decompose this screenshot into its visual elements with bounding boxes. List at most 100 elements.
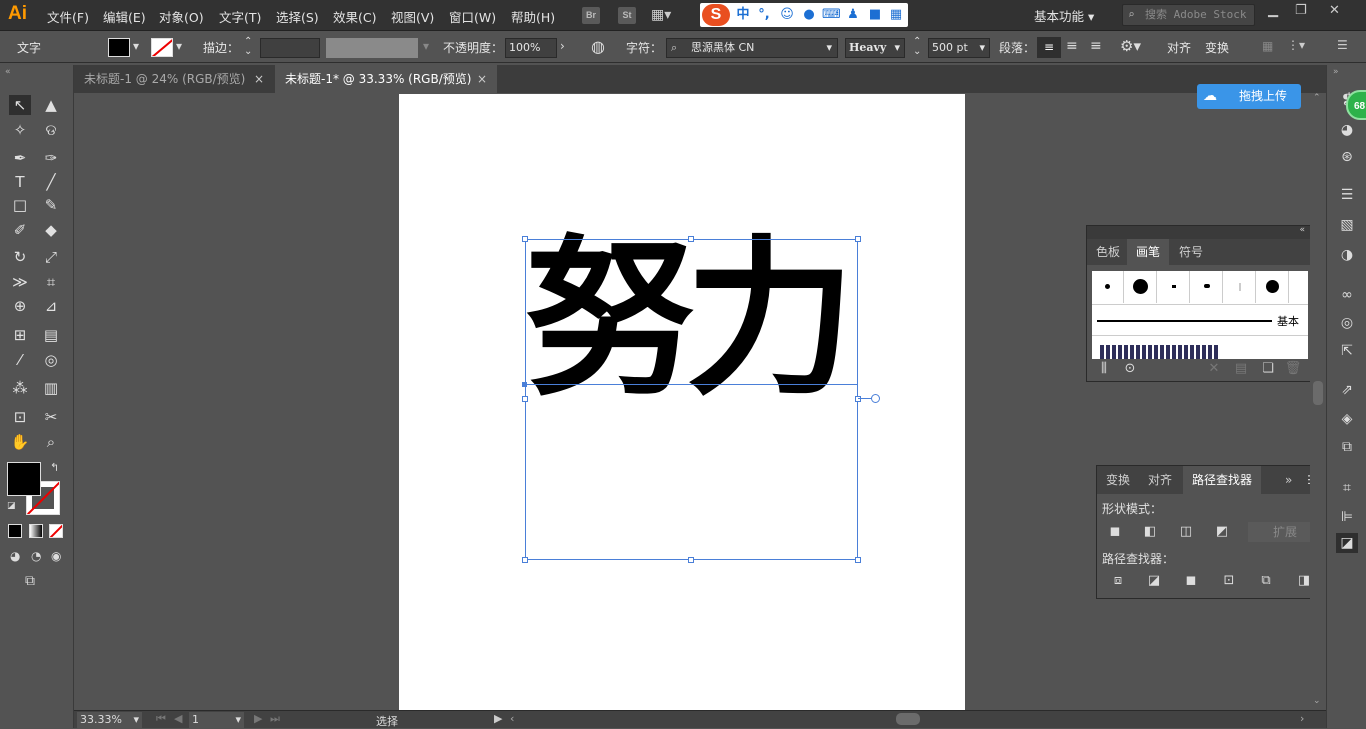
width-tool-icon[interactable]: ≫ (9, 272, 31, 292)
transform-link[interactable]: 变换 (1205, 39, 1229, 56)
color-guide-icon[interactable]: ◕ (1336, 120, 1358, 140)
paintbrush-tool-icon[interactable]: ✎ (40, 195, 62, 215)
shape-builder-tool-icon[interactable]: ⊕ (9, 296, 31, 316)
basic-brush-row[interactable]: 基本 (1092, 304, 1308, 336)
text-out-port[interactable] (871, 394, 880, 403)
workspace-switcher[interactable]: 基本功能 ▾ (1034, 6, 1094, 25)
appearance-icon[interactable]: ⊛ (1336, 147, 1358, 167)
collapse-dock-icon[interactable]: » (1333, 67, 1339, 77)
shirt-icon[interactable]: ■ (866, 6, 884, 24)
draw-normal-icon[interactable]: ◕ (10, 549, 20, 563)
slice-tool-icon[interactable]: ✂ (40, 407, 62, 427)
menu-effect[interactable]: 效果(C) (333, 7, 376, 26)
type-tool-icon[interactable]: T (9, 172, 31, 192)
mesh-tool-icon[interactable]: ⊞ (9, 325, 31, 345)
gradient-tool-icon[interactable]: ▤ (40, 325, 62, 345)
align-link[interactable]: 对齐 (1167, 39, 1191, 56)
shaper-tool-icon[interactable]: ✐ (9, 220, 31, 240)
stroke-swatch[interactable] (151, 38, 173, 57)
asset-export-icon[interactable]: ⇱ (1336, 341, 1358, 361)
font-style-field[interactable]: Heavy ▾ (845, 38, 905, 58)
user-icon[interactable]: ♟ (844, 6, 862, 24)
glyph-options-icon[interactable]: ⚙▾ (1120, 37, 1141, 55)
rectangle-tool-icon[interactable]: □ (9, 195, 31, 215)
ime-punct[interactable]: °, (755, 6, 773, 24)
menu-file[interactable]: 文件(F) (47, 7, 89, 26)
brush-options-icon[interactable]: ▤ (1232, 360, 1250, 378)
stock-search-field[interactable]: ⌕ 搜索 Adobe Stock (1122, 4, 1255, 26)
bridge-button[interactable]: Br (582, 7, 600, 24)
font-family-dropdown-icon[interactable]: ▾ (826, 39, 832, 57)
keyboard-icon[interactable]: ⌨ (822, 6, 841, 24)
artboards-icon[interactable]: ⧉ (1336, 437, 1358, 457)
horizontal-scroll-thumb[interactable] (896, 713, 920, 725)
minus-front-icon[interactable]: ◧ (1141, 523, 1159, 541)
delete-brush-icon[interactable]: 🗑 (1284, 360, 1302, 378)
intersect-icon[interactable]: ◫ (1177, 523, 1195, 541)
size-stepper-icon[interactable]: ⌃ ⌄ (913, 37, 921, 57)
free-transform-tool-icon[interactable]: ⌗ (40, 272, 62, 292)
first-artboard-icon[interactable]: ⏮ (156, 712, 166, 726)
tab-symbols[interactable]: 符号 (1170, 239, 1212, 265)
tab-brushes[interactable]: 画笔 (1127, 239, 1170, 265)
resize-handle[interactable] (855, 396, 861, 402)
fill-color-swatch-front[interactable] (7, 462, 41, 496)
line-tool-icon[interactable]: ╱ (40, 172, 62, 192)
arrange-docs-icon[interactable]: ▦▾ (651, 7, 671, 23)
merge-icon[interactable]: ◼ (1182, 572, 1200, 590)
align-left-icon[interactable]: ≡ (1037, 37, 1061, 58)
next-artboard-icon[interactable]: ▶ (254, 712, 262, 725)
align-center-icon[interactable]: ≡ (1066, 38, 1078, 54)
tab-align[interactable]: 对齐 (1139, 466, 1181, 494)
curvature-tool-icon[interactable]: ✑ (40, 148, 62, 168)
tab-transform[interactable]: 变换 (1097, 466, 1139, 494)
font-family-field[interactable]: ⌕ 思源黑体 CN ▾ (666, 38, 838, 58)
gradient-mode-icon[interactable] (29, 524, 43, 538)
menu-view[interactable]: 视图(V) (391, 7, 434, 26)
eyedropper-tool-icon[interactable]: ⁄ (9, 350, 31, 370)
new-brush-icon[interactable]: ❏ (1259, 360, 1277, 378)
close-icon[interactable]: ✕ (1329, 3, 1340, 18)
vertical-scroll-thumb[interactable] (1313, 381, 1323, 405)
zoom-dropdown-icon[interactable]: ▾ (133, 712, 139, 728)
artboard-dropdown-icon[interactable]: ▾ (235, 712, 241, 728)
font-size-dropdown-icon[interactable]: ▾ (979, 39, 985, 57)
export-icon[interactable]: ⇗ (1336, 380, 1358, 400)
pathfinder-panel-icon[interactable]: ◪ (1336, 533, 1358, 553)
layers-icon[interactable]: ◈ (1336, 409, 1358, 429)
panel-titlebar[interactable]: « ✕ (1087, 224, 1325, 239)
stroke-stepper-icon[interactable]: ⌃ ⌄ (244, 37, 252, 57)
more-panels-icon[interactable]: » (1285, 473, 1292, 487)
menu-object[interactable]: 对象(O) (159, 7, 204, 26)
graphic-styles-icon[interactable]: ◎ (1336, 313, 1358, 333)
stroke-panel-icon[interactable]: ☰ (1336, 185, 1358, 205)
last-artboard-icon[interactable]: ⏭ (270, 712, 280, 726)
ime-logo-icon[interactable]: S (702, 4, 730, 26)
brush-swatch[interactable] (1191, 271, 1223, 303)
transparency-icon[interactable]: ◑ (1336, 245, 1358, 265)
resize-handle[interactable] (688, 236, 694, 242)
scroll-up-icon[interactable]: ⌃ (1313, 93, 1321, 103)
draw-behind-icon[interactable]: ◔ (31, 549, 41, 563)
fill-swatch[interactable] (108, 38, 130, 57)
draw-inside-icon[interactable]: ◉ (51, 549, 61, 563)
creative-cloud-icon[interactable]: ∞ (1336, 285, 1358, 305)
symbol-sprayer-tool-icon[interactable]: ⁂ (9, 378, 31, 398)
close-tab-icon[interactable]: × (254, 65, 264, 93)
scroll-left-icon[interactable]: ‹ (510, 712, 514, 725)
resize-handle[interactable] (522, 557, 528, 563)
tab-pathfinder[interactable]: 路径查找器 (1183, 466, 1262, 494)
upload-button[interactable]: ☁ 拖拽上传 (1197, 84, 1301, 109)
default-colors-icon[interactable]: ◪ (7, 501, 16, 511)
links-icon[interactable]: ⋮▾ (1287, 38, 1305, 52)
resize-handle[interactable] (522, 236, 528, 242)
rotate-tool-icon[interactable]: ↻ (9, 247, 31, 267)
grid-icon[interactable]: ▦ (887, 6, 905, 24)
zoom-tool-icon[interactable]: ⌕ (40, 432, 62, 452)
stock-button[interactable]: St (618, 7, 636, 24)
remove-brush-stroke-icon[interactable]: ✕ (1205, 360, 1223, 378)
menu-window[interactable]: 窗口(W) (449, 7, 496, 26)
perspective-grid-tool-icon[interactable]: ⊿ (40, 296, 62, 316)
artboard-number-field[interactable]: 1 ▾ (189, 712, 244, 728)
smile-icon[interactable]: ☺ (778, 6, 796, 24)
